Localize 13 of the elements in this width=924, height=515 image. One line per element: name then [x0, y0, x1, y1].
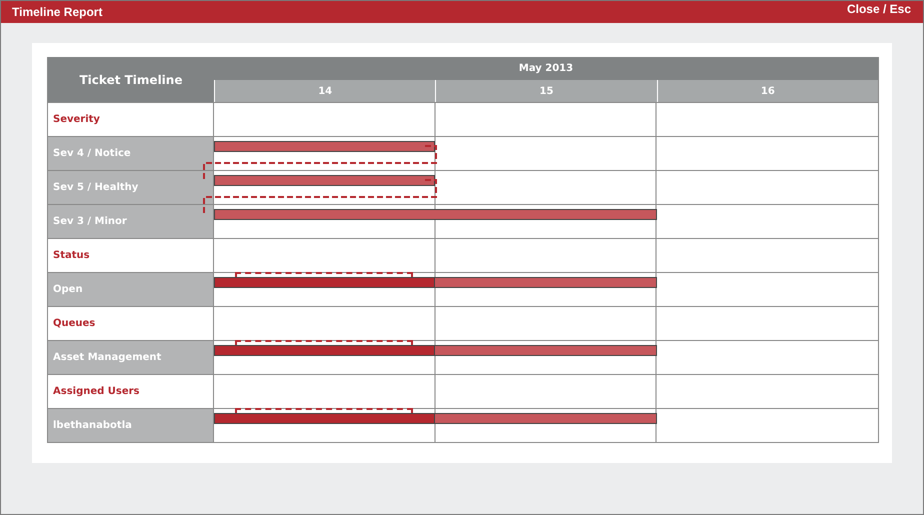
row-label: Sev 4 / Notice [48, 137, 214, 170]
day-header: 16 [656, 80, 878, 102]
table-title: Ticket Timeline [48, 57, 214, 102]
day-header: 15 [435, 80, 657, 102]
row-label: Open [48, 273, 214, 306]
row-label: Sev 3 / Minor [48, 205, 214, 238]
row-label: Asset Management [48, 341, 214, 374]
month-header: May 2013 [214, 57, 878, 80]
day-header: 14 [214, 80, 436, 102]
row-label: lbethanabotla [48, 409, 214, 442]
close-button[interactable]: Close / Esc [846, 2, 911, 16]
window-title: Timeline Report [12, 5, 102, 19]
row-label: Sev 5 / Healthy [48, 171, 214, 204]
